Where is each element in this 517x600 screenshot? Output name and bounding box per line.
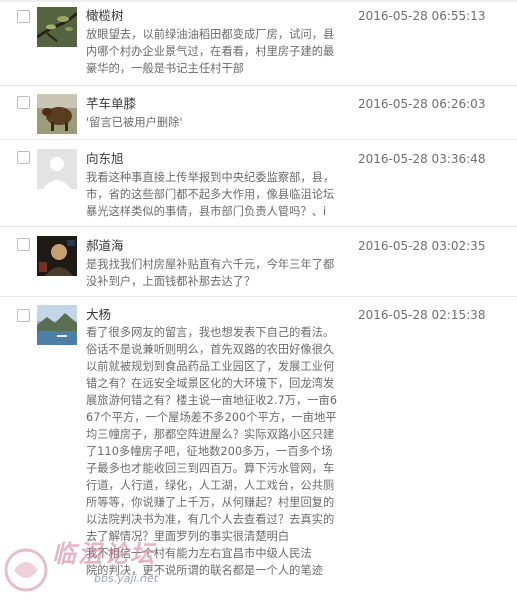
comment-line: '留言已被用户删除' xyxy=(86,116,183,129)
comment-line: 我看这种事直接上传举报到中央纪委监察部，县， xyxy=(86,171,335,184)
avatar-landscape-image xyxy=(37,305,77,345)
timestamp: 2016-05-28 03:02:35 xyxy=(358,239,486,253)
comment-text: 我看这种事直接上传举报到中央纪委监察部，县， 市，省的这些部门都不起多大作用，像… xyxy=(86,169,342,220)
default-avatar-icon xyxy=(37,149,77,189)
comment-item: 向东旭 2016-05-28 03:36:48 我看这种事直接上传举报到中央纪委… xyxy=(0,140,517,227)
comment-line: 放眼望去，以前绿油油稻田都变成厂房，试问，县 xyxy=(86,28,335,41)
timestamp: 2016-05-28 02:15:38 xyxy=(358,308,486,322)
username[interactable]: 郝道海 xyxy=(86,238,124,254)
comment-text: 是我找我们村房屋补贴直有六千元，今年三年了都 没补到户，上面钱都补那去达了？ xyxy=(86,256,342,290)
watermark-text: 临沮论坛 xyxy=(52,539,156,568)
comment-line: 展旅游何错之有？楼主说一亩地征收2.7万，一亩6 xyxy=(86,394,338,407)
comment-line: 以前就被规划到食品药品工业园区了，发展工业何 xyxy=(86,360,335,373)
comment-line: 67个平方，一个屋场差不多200个平方，一亩地平 xyxy=(86,411,337,424)
comment-item: 芊车单膝 2016-05-28 06:26:03 '留言已被用户删除' xyxy=(0,86,517,140)
avatar[interactable] xyxy=(37,149,77,189)
avatar[interactable] xyxy=(37,305,77,345)
avatar-ox-image xyxy=(37,94,77,134)
select-checkbox[interactable] xyxy=(17,309,30,322)
comment-line: 看了很多网友的留言，我也想发表下自己的看法。 xyxy=(86,326,335,339)
timestamp: 2016-05-28 03:36:48 xyxy=(358,152,486,166)
comment-line: 了110多幢房子吧，征地数200多万，一百多个场 xyxy=(86,445,333,458)
comment-line: 内哪个村办企业景气过，在看看，村里房子建的最 xyxy=(86,45,335,58)
username[interactable]: 向东旭 xyxy=(86,151,124,167)
select-checkbox[interactable] xyxy=(17,10,30,23)
comment-text: 放眼望去，以前绿油油稻田都变成厂房，试问，县 内哪个村办企业景气过，在看看，村里… xyxy=(86,26,342,77)
comment-line: 是我找我们村房屋补贴直有六千元，今年三年了都 xyxy=(86,258,335,271)
select-checkbox[interactable] xyxy=(17,96,30,109)
username[interactable]: 橄榄树 xyxy=(86,8,124,24)
comment-line: 子最多也才能收回三到四百万。算下污水管网，车 xyxy=(86,462,335,475)
comment-line: 行道，人行道，绿化，人工湖，人工戏台，公共厕 xyxy=(86,479,335,492)
comment-line: 暴光这样类似的事情，县市部门负责人管吗？、i xyxy=(86,205,327,218)
watermark-url: bbs.yaji.net xyxy=(94,572,159,585)
comment-item: 郝道海 2016-05-28 03:02:35 是我找我们村房屋补贴直有六千元，… xyxy=(0,227,517,297)
comment-line: 俗话不是说兼听则明么，首先双路的农田好像很久 xyxy=(86,343,335,356)
comment-line: 豪华的，一般是书记主任村干部 xyxy=(86,62,245,75)
select-checkbox[interactable] xyxy=(17,151,30,164)
comment-line: 所等等，你说赚了上千万，从何赚起？村里回复的 xyxy=(86,496,335,509)
comment-text: '留言已被用户删除' xyxy=(86,114,342,131)
comment-line: 没补到户，上面钱都补那去达了？ xyxy=(86,275,256,288)
comment-item: 橄榄树 2016-05-28 06:55:13 放眼望去，以前绿油油稻田都变成厂… xyxy=(0,2,517,86)
avatar-portrait-image xyxy=(37,236,77,276)
timestamp: 2016-05-28 06:55:13 xyxy=(358,9,486,23)
avatar[interactable] xyxy=(37,94,77,134)
username[interactable]: 大杨 xyxy=(86,307,111,323)
timestamp: 2016-05-28 06:26:03 xyxy=(358,97,486,111)
username[interactable]: 芊车单膝 xyxy=(86,96,136,112)
comment-line: 市，省的这些部门都不起多大作用，像县临沮论坛 xyxy=(86,188,335,201)
select-checkbox[interactable] xyxy=(17,238,30,251)
avatar-branch-image xyxy=(37,7,77,47)
avatar[interactable] xyxy=(37,7,77,47)
avatar[interactable] xyxy=(37,236,77,276)
comment-line: 均三幢房子，那都空阵进屋么？实际双路小区只建 xyxy=(86,428,335,441)
comment-line: 以法院判决书为准，有几个人去查看过？去真实的 xyxy=(86,513,335,526)
comment-line: 错之有？在远安全域景区化的大环境下，回龙湾发 xyxy=(86,377,335,390)
